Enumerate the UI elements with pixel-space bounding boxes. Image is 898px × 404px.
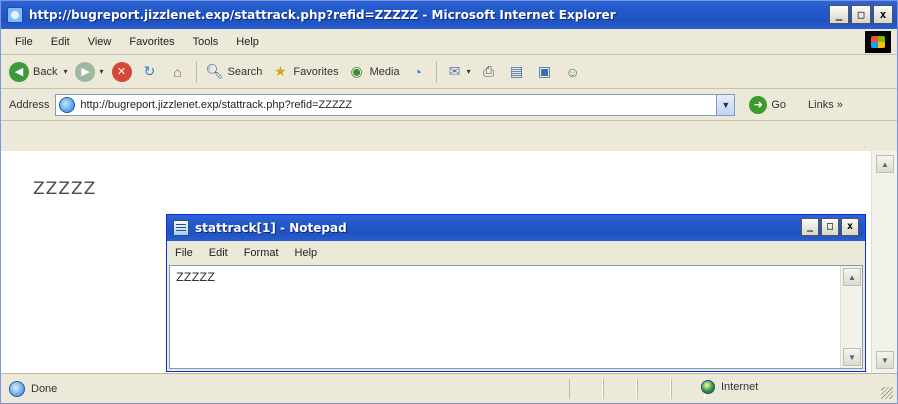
back-dropdown-icon[interactable]: ▾ [63,67,67,76]
menu-view[interactable]: View [88,36,112,48]
ie-page-icon [59,96,76,113]
address-dropdown-icon[interactable]: ▼ [716,94,735,115]
status-pane [603,379,637,399]
go-arrow-icon: ➜ [749,95,768,114]
ie-page-icon [7,7,23,23]
notepad-title: stattrack[1] - Notepad [195,221,347,235]
scroll-down-icon[interactable]: ▼ [876,351,894,369]
search-icon: 🔍︎ [205,63,224,79]
notepad-maximize-button[interactable]: □ [821,218,839,236]
search-label: Search [227,65,263,78]
maximize-button[interactable]: □ [851,5,871,24]
print-button[interactable]: ⎙ [479,59,499,85]
discuss-button[interactable]: ▣ [535,59,555,85]
history-button[interactable]: ◔ [408,59,428,85]
favorites-button[interactable]: ★ Favorites [270,59,339,85]
address-url[interactable]: http://bugreport.jizzlenet.exp/stattrack… [80,99,352,111]
ie-statusbar: Done Internet [1,373,897,403]
notepad-titlebar[interactable]: stattrack[1] - Notepad _ □ x [167,215,865,241]
history-icon: ◔ [413,63,422,80]
mail-dropdown-icon[interactable]: ▾ [467,67,471,76]
status-pane [671,379,705,399]
notepad-scroll-up-icon[interactable]: ▲ [843,268,861,286]
edit-icon: ▤ [509,63,524,79]
notepad-scroll-down-icon[interactable]: ▼ [843,348,861,366]
ie-window-controls: _ □ x [829,5,893,24]
mail-icon: ✉ [448,63,461,79]
notepad-content[interactable]: ZZZZZ [176,270,215,285]
favorites-icon: ★ [274,63,287,79]
menu-favorites[interactable]: Favorites [129,36,174,48]
status-pane [637,379,671,399]
notepad-window: stattrack[1] - Notepad _ □ x File Edit F… [166,214,866,372]
stop-icon: ✕ [111,61,132,82]
ie-addressbar: Address http://bugreport.jizzlenet.exp/s… [1,89,897,121]
notepad-minimize-button[interactable]: _ [801,218,819,236]
scroll-up-icon[interactable]: ▲ [876,155,894,173]
status-pane [569,379,603,399]
page-scrollbar[interactable]: ▲ ▼ [871,151,897,373]
ie-titlebar[interactable]: http://bugreport.jizzlenet.exp/stattrack… [1,1,897,29]
go-button[interactable]: ➜ Go [749,95,787,114]
edit-button[interactable]: ▤ [507,59,527,85]
back-label: Back [33,65,58,78]
ie-menubar: File Edit View Favorites Tools Help [1,29,897,55]
notepad-scrollbar[interactable]: ▲ ▼ [840,266,862,368]
notepad-menu-file[interactable]: File [175,247,193,259]
notepad-menu-format[interactable]: Format [244,247,279,259]
notepad-icon [173,220,189,236]
ie-toolbar: ◀ Back ▾ ▶ ▾ ✕ ↻ ⌂ 🔍︎ Search ★ Favorites… [1,55,897,89]
page-body-text: ZZZZZ [33,179,97,199]
address-label: Address [9,98,50,111]
notepad-text-area[interactable]: ZZZZZ ▲ ▼ [169,265,863,369]
refresh-button[interactable]: ↻ [140,59,160,85]
home-button[interactable]: ⌂ [168,59,188,85]
address-input[interactable]: http://bugreport.jizzlenet.exp/stattrack… [55,93,736,116]
favorites-label: Favorites [293,65,339,78]
internet-zone-icon [701,380,715,394]
menu-help[interactable]: Help [236,36,259,48]
notepad-window-controls: _ □ x [801,218,859,236]
links-button[interactable]: Links » [808,99,843,111]
messenger-icon: ☺ [565,63,580,80]
media-label: Media [369,65,400,78]
home-icon: ⌂ [173,63,182,80]
go-label: Go [771,98,787,111]
status-panes [569,379,705,399]
media-icon: ◉ [350,63,363,79]
close-button[interactable]: x [873,5,893,24]
refresh-icon: ↻ [143,63,156,79]
notepad-menubar: File Edit Format Help [167,241,865,265]
forward-button[interactable]: ▶ ▾ [75,59,104,85]
security-zone[interactable]: Internet [701,380,758,394]
status-text: Done [31,382,58,395]
menu-tools[interactable]: Tools [193,36,219,48]
menu-file[interactable]: File [15,36,33,48]
page-done-icon [9,380,25,397]
forward-dropdown-icon[interactable]: ▾ [99,67,103,76]
forward-arrow-icon: ▶ [75,61,96,82]
resize-grip-icon[interactable] [881,387,893,399]
notepad-menu-edit[interactable]: Edit [209,247,228,259]
back-arrow-icon: ◀ [9,61,29,82]
notepad-menu-help[interactable]: Help [295,247,318,259]
stop-button[interactable]: ✕ [111,59,132,85]
media-button[interactable]: ◉ Media [347,59,400,85]
toolbar-separator [195,60,197,83]
discuss-icon: ▣ [537,63,552,79]
search-button[interactable]: 🔍︎ Search [205,59,263,85]
print-icon: ⎙ [482,63,495,79]
menu-edit[interactable]: Edit [51,36,70,48]
minimize-button[interactable]: _ [829,5,849,24]
windows-logo-icon [865,31,891,53]
back-button[interactable]: ◀ Back ▾ [9,59,67,85]
mail-button[interactable]: ✉ ▾ [445,59,471,85]
messenger-button[interactable]: ☺ [563,59,583,85]
zone-label: Internet [721,381,759,393]
toolbar-separator [435,60,437,83]
ie-window-title: http://bugreport.jizzlenet.exp/stattrack… [29,8,616,22]
notepad-close-button[interactable]: x [841,218,859,236]
